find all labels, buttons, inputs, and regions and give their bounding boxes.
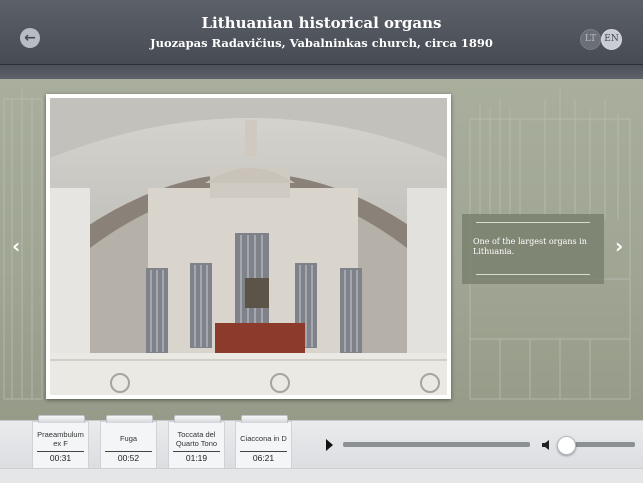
speaker-icon	[542, 440, 549, 450]
language-button-lt[interactable]: LT	[580, 29, 601, 50]
track-tab	[106, 415, 153, 423]
track-duration: 06:21	[252, 453, 275, 463]
track-divider	[240, 451, 287, 452]
photo-caption-box: One of the largest organs in Lithuania.	[462, 214, 604, 284]
page-title: Lithuanian historical organs	[201, 14, 442, 32]
track-duration: 00:52	[117, 453, 140, 463]
caption-divider-bottom	[476, 274, 590, 275]
app-header: ← Lithuanian historical organs Juozapas …	[0, 0, 643, 65]
photo-caption: One of the largest organs in Lithuania.	[473, 237, 587, 256]
track-name: Ciaccona in D	[240, 434, 287, 443]
track-duration: 01:19	[185, 453, 208, 463]
organ-photo	[46, 94, 451, 399]
organ-photo-image	[50, 98, 447, 395]
track-duration: 00:31	[49, 453, 72, 463]
progress-bar[interactable]	[343, 442, 530, 447]
track-tab	[38, 415, 85, 423]
bottom-bar	[0, 468, 643, 483]
chevron-left-icon[interactable]: ‹	[12, 236, 20, 256]
track-item[interactable]: Praeambulum ex F 00:31	[32, 415, 89, 469]
page-subtitle: Juozapas Radavičius, Vabalninkas church,…	[150, 36, 493, 50]
track-divider	[105, 451, 152, 452]
chevron-right-icon[interactable]: ›	[615, 236, 623, 256]
track-name: Praeambulum ex F	[37, 430, 84, 448]
language-button-en[interactable]: EN	[601, 29, 622, 50]
track-item[interactable]: Ciaccona in D 06:21	[235, 415, 292, 469]
track-tab	[241, 415, 288, 423]
track-tab	[174, 415, 221, 423]
play-icon[interactable]	[326, 439, 333, 451]
track-name: Toccata del Quarto Tono	[175, 430, 218, 448]
caption-divider-top	[476, 222, 590, 223]
track-item[interactable]: Fuga 00:52	[100, 415, 157, 469]
track-divider	[173, 451, 220, 452]
volume-slider-knob[interactable]	[557, 436, 576, 455]
track-divider	[37, 451, 84, 452]
track-item[interactable]: Toccata del Quarto Tono 01:19	[168, 415, 225, 469]
track-name: Fuga	[119, 434, 138, 443]
header-strip	[0, 65, 643, 79]
